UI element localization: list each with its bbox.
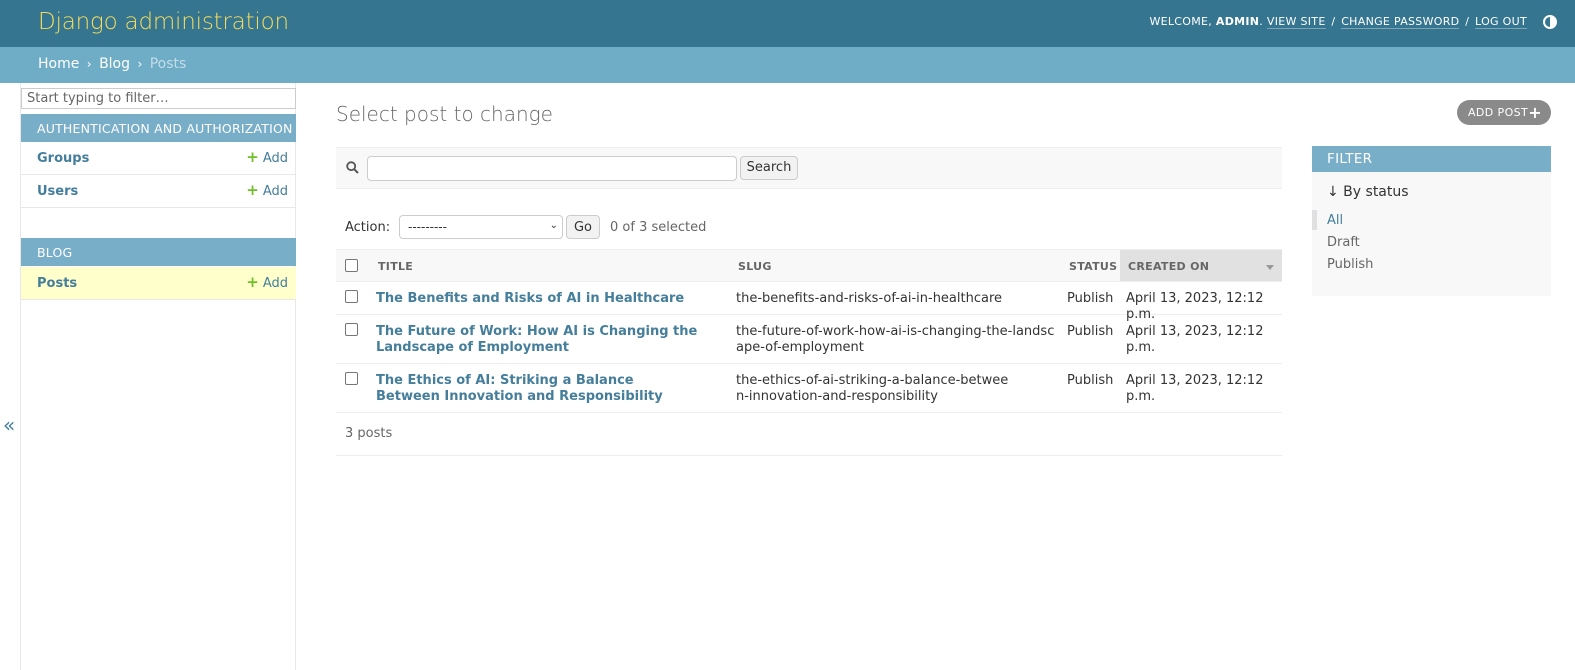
table-row: The Benefits and Risks of AI in Healthca… xyxy=(336,282,1282,322)
sidebar-item-groups-link[interactable]: Groups xyxy=(37,151,89,166)
site-branding[interactable]: Django administration xyxy=(38,9,289,35)
sidebar-item-groups: Groups + Add xyxy=(21,142,296,175)
add-label: Add xyxy=(262,276,288,291)
page-title: Select post to change xyxy=(336,102,553,126)
add-user-button[interactable]: + Add xyxy=(246,181,288,200)
actions-bar: Action: --------- ⌄ Go 0 of 3 selected xyxy=(336,214,1282,242)
add-post-button[interactable]: Add post + xyxy=(1457,100,1551,125)
post-status: Publish xyxy=(1067,291,1114,306)
plus-icon: + xyxy=(246,148,259,166)
filter-header: Filter xyxy=(1312,146,1551,172)
post-status: Publish xyxy=(1067,373,1114,388)
post-title-link[interactable]: The Benefits and Risks of AI in Healthca… xyxy=(376,291,721,307)
add-label: Add xyxy=(262,184,288,199)
breadcrumb-blog[interactable]: Blog xyxy=(99,56,130,72)
sidebar-item-users: Users + Add xyxy=(21,175,296,208)
add-post-sidebar-button[interactable]: + Add xyxy=(246,273,288,292)
site-header: Django administration Welcome, admin. Vi… xyxy=(0,0,1575,47)
post-slug: the-benefits-and-risks-of-ai-in-healthca… xyxy=(736,291,1003,306)
breadcrumb-home[interactable]: Home xyxy=(38,56,79,72)
post-status: Publish xyxy=(1067,324,1114,339)
breadcrumb-separator: › xyxy=(137,57,143,71)
theme-toggle-icon[interactable] xyxy=(1543,15,1557,29)
column-header-status[interactable]: Status xyxy=(1069,260,1117,273)
sort-arrow-icon[interactable] xyxy=(1266,265,1274,270)
table-header-row: Title Slug Status Created on xyxy=(336,249,1282,282)
row-checkbox[interactable] xyxy=(345,323,358,336)
filter-option-draft[interactable]: Draft xyxy=(1327,235,1360,250)
post-created-on: April 13, 2023, 12:12 p.m. xyxy=(1126,373,1264,404)
action-label: Action: xyxy=(345,220,391,235)
nav-sidebar: Authentication and Authorization Groups … xyxy=(20,83,296,670)
plus-icon: + xyxy=(246,273,259,291)
log-out-link[interactable]: Log out xyxy=(1475,15,1527,29)
breadcrumb-separator: › xyxy=(86,57,92,71)
breadcrumb-current: Posts xyxy=(149,56,187,72)
filter-by-status[interactable]: ↓ By status xyxy=(1327,184,1409,200)
table-row: The Future of Work: How AI is Changing t… xyxy=(336,315,1282,364)
separator: / xyxy=(1465,15,1470,28)
post-created-on: April 13, 2023, 12:12 p.m. xyxy=(1126,324,1264,355)
breadcrumb: Home › Blog › Posts xyxy=(0,47,1575,83)
add-post-label: Add post xyxy=(1468,106,1529,119)
action-select-value: --------- xyxy=(408,220,447,234)
chevron-down-icon: ⌄ xyxy=(549,220,558,231)
changelist-filter: Filter ↓ By status All Draft Publish xyxy=(1312,146,1551,296)
action-select[interactable]: --------- ⌄ xyxy=(399,215,563,239)
add-group-button[interactable]: + Add xyxy=(246,148,288,167)
separator: / xyxy=(1331,15,1336,28)
user-tools: Welcome, admin. View site / Change passw… xyxy=(1149,15,1527,29)
sidebar-item-users-link[interactable]: Users xyxy=(37,184,78,199)
column-header-slug[interactable]: Slug xyxy=(738,260,772,273)
search-button[interactable]: Search xyxy=(740,156,798,180)
post-slug: the-ethics-of-ai-striking-a-balance-betw… xyxy=(736,373,1009,404)
search-icon xyxy=(346,161,359,174)
post-title-link[interactable]: The Ethics of AI: Striking a Balance Bet… xyxy=(376,373,686,405)
nav-filter-input[interactable] xyxy=(21,88,296,109)
paginator: 3 posts xyxy=(336,412,1282,456)
filter-selected-marker xyxy=(1312,210,1317,230)
filter-option-all[interactable]: All xyxy=(1327,213,1343,228)
module-caption-blog[interactable]: Blog xyxy=(21,238,296,266)
filter-option-publish[interactable]: Publish xyxy=(1327,257,1373,272)
search-input[interactable] xyxy=(367,156,737,181)
sidebar-item-posts-link[interactable]: Posts xyxy=(37,276,77,291)
post-title-link[interactable]: The Future of Work: How AI is Changing t… xyxy=(376,324,721,356)
plus-icon: + xyxy=(246,181,259,199)
action-counter: 0 of 3 selected xyxy=(610,220,707,235)
plus-icon: + xyxy=(1528,103,1542,122)
column-header-title[interactable]: Title xyxy=(378,260,413,273)
view-site-link[interactable]: View site xyxy=(1266,15,1326,29)
column-header-created-on[interactable]: Created on xyxy=(1128,260,1209,273)
module-caption-auth[interactable]: Authentication and Authorization xyxy=(21,114,296,142)
welcome-text: Welcome, xyxy=(1149,15,1213,28)
row-checkbox[interactable] xyxy=(345,372,358,385)
post-slug: the-future-of-work-how-ai-is-changing-th… xyxy=(736,324,1055,355)
go-button[interactable]: Go xyxy=(566,215,600,239)
sidebar-item-posts: Posts + Add xyxy=(21,267,296,300)
select-all-checkbox[interactable] xyxy=(345,259,358,272)
row-checkbox[interactable] xyxy=(345,290,358,303)
toggle-nav-sidebar-icon[interactable]: « xyxy=(3,413,15,437)
table-row: The Ethics of AI: Striking a Balance Bet… xyxy=(336,364,1282,413)
search-toolbar: Search xyxy=(336,147,1282,189)
add-label: Add xyxy=(262,151,288,166)
username: admin xyxy=(1215,15,1260,28)
change-password-link[interactable]: Change password xyxy=(1341,15,1460,29)
